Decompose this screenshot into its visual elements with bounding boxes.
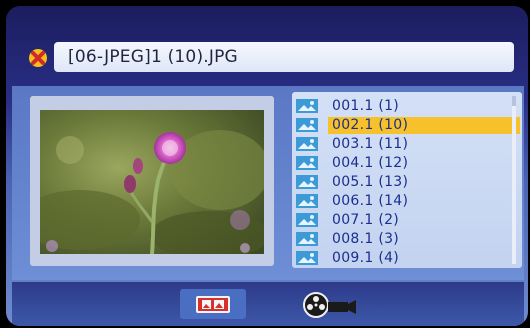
current-filename: [06-JPEG]1 (10).JPG bbox=[68, 47, 238, 67]
mode-bar bbox=[12, 282, 524, 326]
file-name: 004.1 (12) bbox=[332, 155, 409, 171]
file-name: 005.1 (13) bbox=[332, 174, 409, 190]
image-file-icon bbox=[296, 137, 318, 151]
file-name: 009.1 (4) bbox=[332, 250, 400, 266]
list-item[interactable]: 001.1 (1) bbox=[296, 98, 496, 114]
image-file-icon bbox=[296, 194, 318, 208]
image-file-icon bbox=[296, 232, 318, 246]
browser-panel: 001.1 (1) 002.1 (10) 003.1 (11) 004.1 (1… bbox=[12, 86, 524, 280]
jpeg-file-icon bbox=[29, 49, 47, 67]
file-title-bar: [06-JPEG]1 (10).JPG bbox=[54, 42, 514, 72]
image-file-icon bbox=[296, 251, 318, 265]
photo-mode-button[interactable] bbox=[180, 289, 246, 319]
file-list[interactable]: 001.1 (1) 002.1 (10) 003.1 (11) 004.1 (1… bbox=[292, 92, 522, 268]
list-item[interactable]: 009.1 (4) bbox=[296, 250, 496, 266]
image-file-icon bbox=[296, 213, 318, 227]
media-player-screen: [06-JPEG]1 (10).JPG 001.1 (1) 002.1 (10)… bbox=[6, 6, 528, 326]
scrollbar-thumb[interactable] bbox=[512, 96, 516, 106]
file-name: 008.1 (3) bbox=[332, 231, 400, 247]
film-reel-icon bbox=[303, 292, 356, 318]
list-item[interactable]: 003.1 (11) bbox=[296, 136, 496, 152]
image-file-icon bbox=[296, 156, 318, 170]
file-name: 001.1 (1) bbox=[332, 98, 400, 114]
list-item[interactable]: 008.1 (3) bbox=[296, 231, 496, 247]
video-mode-button[interactable] bbox=[298, 288, 364, 320]
preview-thumbnail bbox=[40, 110, 264, 254]
list-item-selected[interactable]: 002.1 (10) bbox=[296, 117, 520, 134]
image-file-icon bbox=[296, 99, 318, 113]
list-scrollbar[interactable] bbox=[512, 96, 516, 264]
file-name: 007.1 (2) bbox=[332, 212, 400, 228]
image-file-icon bbox=[296, 175, 318, 189]
file-name: 006.1 (14) bbox=[332, 193, 409, 209]
list-item[interactable]: 007.1 (2) bbox=[296, 212, 496, 228]
list-item[interactable]: 005.1 (13) bbox=[296, 174, 496, 190]
image-file-icon bbox=[296, 118, 318, 132]
file-name: 002.1 (10) bbox=[332, 117, 409, 133]
photo-mode-icon bbox=[196, 296, 230, 313]
file-name: 003.1 (11) bbox=[332, 136, 409, 152]
image-preview bbox=[30, 96, 274, 266]
list-item[interactable]: 006.1 (14) bbox=[296, 193, 496, 209]
list-item[interactable]: 004.1 (12) bbox=[296, 155, 496, 171]
